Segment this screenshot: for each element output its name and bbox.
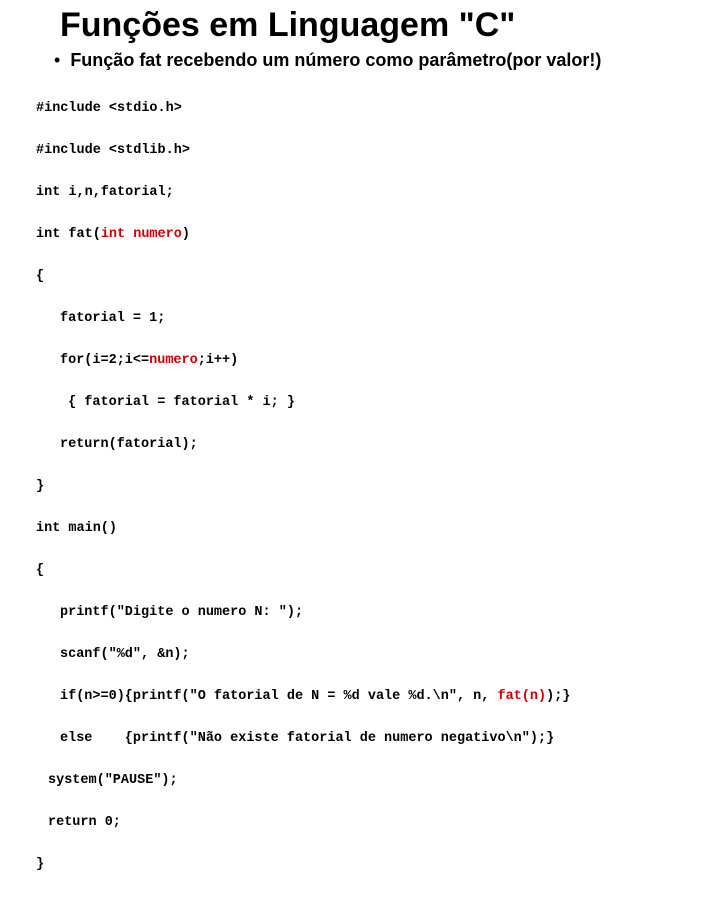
slide: Funções em Linguagem "C" • Função fat re… — [0, 0, 720, 923]
bullet-dot-icon: • — [54, 49, 60, 71]
code-line: { — [36, 560, 692, 581]
code-line: #include <stdio.h> — [36, 98, 692, 119]
code-line: scanf("%d", &n); — [60, 644, 692, 665]
code-line: else {printf("Não existe fatorial de num… — [60, 728, 692, 749]
code-span: if(n>=0){printf("O fatorial de N = %d va… — [60, 689, 497, 704]
code-block: #include <stdio.h> #include <stdlib.h> i… — [36, 77, 692, 917]
code-highlight: numero — [149, 353, 198, 368]
code-span: ;i++) — [198, 353, 239, 368]
code-line: int main() — [36, 518, 692, 539]
code-line: } — [36, 476, 692, 497]
code-line: { fatorial = fatorial * i; } — [60, 392, 692, 413]
code-line: return(fatorial); — [60, 434, 692, 455]
code-line: int fat(int numero) — [36, 224, 692, 245]
code-line: fatorial = 1; — [60, 308, 692, 329]
code-line: } — [36, 854, 692, 875]
code-line: for(i=2;i<=numero;i++) — [60, 350, 692, 371]
code-span: int fat( — [36, 227, 101, 242]
code-highlight: fat(n) — [497, 689, 546, 704]
code-line: return 0; — [48, 812, 692, 833]
code-span: );} — [546, 689, 570, 704]
code-line: if(n>=0){printf("O fatorial de N = %d va… — [60, 686, 692, 707]
code-span: for(i=2;i<= — [60, 353, 149, 368]
code-line: #include <stdlib.h> — [36, 140, 692, 161]
code-highlight: int numero — [101, 227, 182, 242]
bullet-text: Função fat recebendo um número como parâ… — [70, 49, 601, 71]
code-line: { — [36, 266, 692, 287]
bullet-item: • Função fat recebendo um número como pa… — [54, 49, 692, 71]
code-line: system("PAUSE"); — [48, 770, 692, 791]
code-line: printf("Digite o numero N: "); — [60, 602, 692, 623]
code-span: ) — [182, 227, 190, 242]
code-line: int i,n,fatorial; — [36, 182, 692, 203]
slide-title: Funções em Linguagem "C" — [60, 6, 692, 45]
